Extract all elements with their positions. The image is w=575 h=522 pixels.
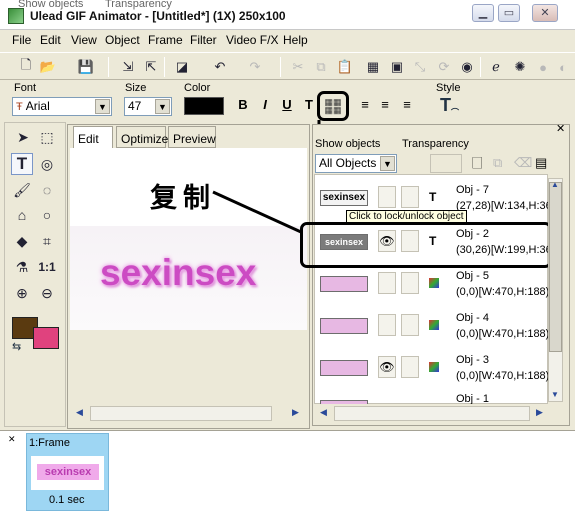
frame-label: 1:Frame [29, 437, 70, 449]
show-objects-label: Show objects [315, 138, 381, 150]
object-info: Obj - 3 (0,0)[W:470,H:188) [456, 354, 550, 382]
visibility-toggle[interactable] [378, 314, 396, 336]
transparency-label: Transparency [402, 138, 469, 150]
duplicate-object-icon[interactable]: ⧉ [493, 155, 502, 171]
lock-toggle[interactable] [401, 356, 419, 378]
object-row[interactable]: Obj - 1 [314, 388, 548, 404]
lock-toggle[interactable] [401, 186, 419, 208]
object-thumbnail [320, 400, 368, 404]
object-info: Obj - 1 [456, 393, 490, 404]
image-object-icon [429, 320, 439, 330]
scroll-right-icon[interactable]: ▶ [292, 407, 299, 418]
canvas-hscroll[interactable] [90, 406, 272, 421]
selected-object-highlight [300, 222, 552, 268]
scroll-up-icon[interactable]: ▲ [551, 180, 559, 189]
visibility-toggle[interactable] [378, 186, 396, 208]
chevron-down-icon[interactable]: ▼ [380, 156, 395, 171]
eye-icon[interactable]: 👁 [378, 356, 396, 378]
visibility-toggle[interactable] [378, 272, 396, 294]
scroll-down-icon[interactable]: ▼ [551, 390, 559, 399]
object-info: Obj - 4 (0,0)[W:470,H:188) [456, 312, 550, 340]
object-properties-icon[interactable]: ▤ [535, 155, 547, 171]
lock-toggle[interactable] [401, 314, 419, 336]
scroll-left-icon[interactable]: ◀ [320, 407, 327, 418]
object-filter-combo[interactable]: All Objects ▼ [315, 154, 397, 173]
object-row[interactable]: Obj - 5 (0,0)[W:470,H:188) [314, 264, 550, 304]
object-info: Obj - 7 (27,28)[W:134,H:36 [456, 184, 552, 212]
object-thumbnail [320, 318, 368, 334]
frame-delay[interactable]: 0.1 sec [49, 494, 84, 506]
image-object-icon [429, 278, 439, 288]
object-thumbnail [320, 276, 368, 292]
frame-preview: sexinsex [31, 456, 104, 490]
scroll-right-icon[interactable]: ▶ [536, 407, 543, 418]
object-row[interactable]: 👁 Obj - 3 (0,0)[W:470,H:188) [314, 348, 550, 388]
object-row[interactable]: Obj - 4 (0,0)[W:470,H:188) [314, 306, 550, 346]
object-list-hscroll[interactable] [334, 406, 530, 421]
frame-thumbnail-1[interactable]: 1:Frame sexinsex 0.1 sec [26, 433, 109, 511]
object-thumbnail [320, 360, 368, 376]
transparency-stepper[interactable] [430, 154, 462, 173]
text-object-icon: T [429, 190, 437, 204]
close-icon[interactable]: ✕ [556, 122, 565, 135]
object-thumbnail: sexinsex [320, 190, 368, 206]
object-info: Obj - 5 (0,0)[W:470,H:188) [456, 270, 550, 298]
delete-object-icon[interactable]: ⌫ [514, 155, 532, 171]
image-object-icon [429, 362, 439, 372]
close-icon[interactable]: ✕ [8, 434, 16, 445]
object-filter-value: All Objects [319, 156, 377, 170]
scroll-left-icon[interactable]: ◀ [76, 407, 83, 418]
lock-toggle[interactable] [401, 272, 419, 294]
object-list-scroll-thumb[interactable] [549, 182, 562, 352]
arrow-line-diagonal [212, 190, 302, 234]
frame-preview-text: sexinsex [37, 464, 99, 480]
